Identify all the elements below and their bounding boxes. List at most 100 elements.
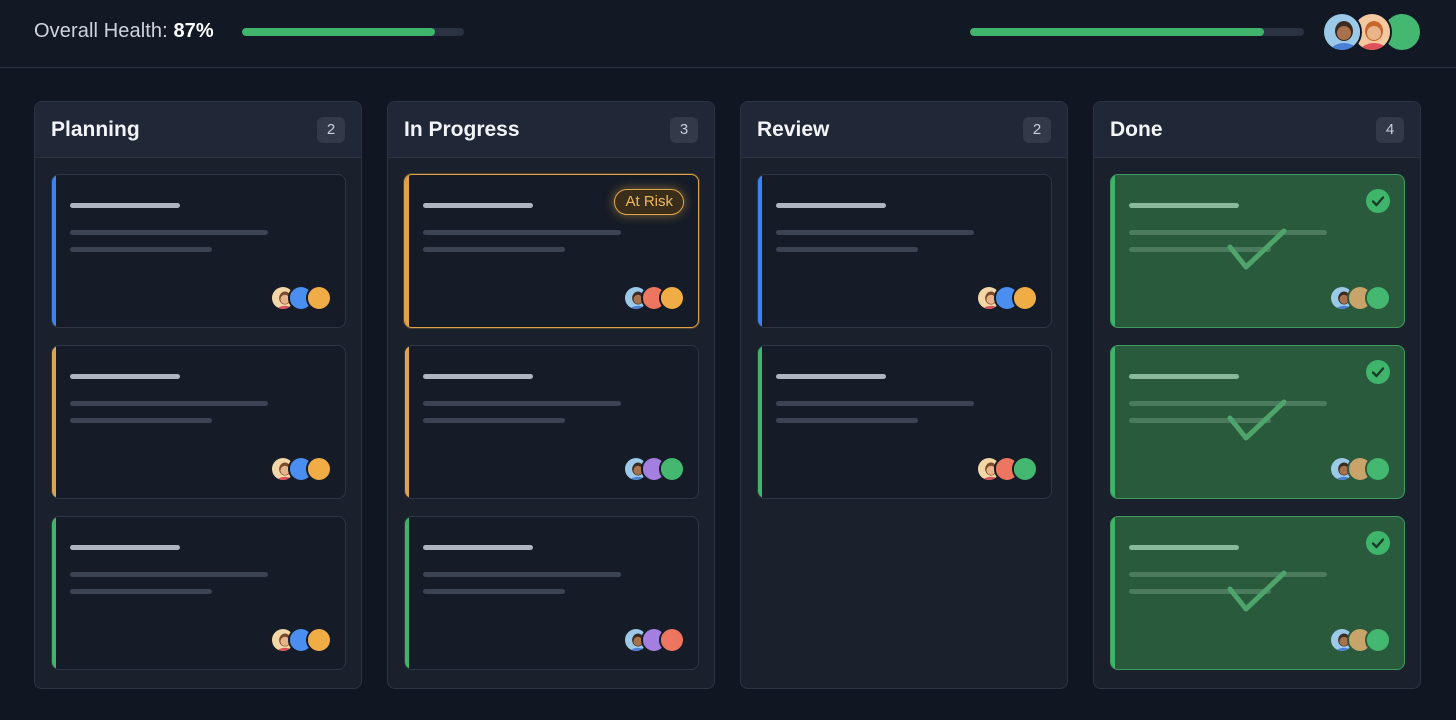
assignee-avatar[interactable] xyxy=(659,627,685,653)
card-text-placeholder xyxy=(70,418,212,423)
column-count-badge: 4 xyxy=(1376,117,1404,143)
task-card[interactable] xyxy=(51,516,346,670)
column-header: Planning 2 xyxy=(35,102,361,158)
card-status-stripe xyxy=(1111,346,1115,498)
task-card[interactable] xyxy=(404,345,699,499)
task-card[interactable] xyxy=(1110,345,1405,499)
column-title: Done xyxy=(1110,118,1163,141)
column-title: In Progress xyxy=(404,118,520,141)
column-header: Review 2 xyxy=(741,102,1067,158)
top-bar: Overall Health: 87% xyxy=(0,0,1456,68)
task-card[interactable] xyxy=(51,345,346,499)
assignee-avatar[interactable] xyxy=(1365,456,1391,482)
column-planning: Planning 2 xyxy=(34,101,362,689)
task-card[interactable] xyxy=(1110,516,1405,670)
column-title: Planning xyxy=(51,118,140,141)
assignee-avatar[interactable] xyxy=(306,456,332,482)
assignee-avatar[interactable] xyxy=(1365,285,1391,311)
card-status-stripe xyxy=(405,346,409,498)
done-check-icon xyxy=(1366,531,1390,555)
assignee-avatar[interactable] xyxy=(1012,456,1038,482)
done-watermark-check-icon xyxy=(1227,228,1287,270)
task-card[interactable] xyxy=(51,174,346,328)
card-assignee-avatars[interactable] xyxy=(270,627,332,653)
card-title-placeholder xyxy=(776,374,886,379)
card-assignee-avatars[interactable] xyxy=(1329,627,1391,653)
team-avatar[interactable] xyxy=(1322,12,1362,52)
column-count-badge: 2 xyxy=(1023,117,1051,143)
card-title-placeholder xyxy=(70,545,180,550)
card-assignee-avatars[interactable] xyxy=(976,285,1038,311)
card-assignee-avatars[interactable] xyxy=(1329,285,1391,311)
card-status-stripe xyxy=(1111,175,1115,327)
assignee-avatar[interactable] xyxy=(659,285,685,311)
card-assignee-avatars[interactable] xyxy=(270,285,332,311)
card-assignee-avatars[interactable] xyxy=(270,456,332,482)
card-title-placeholder xyxy=(423,203,533,208)
card-text-placeholder xyxy=(776,418,918,423)
task-card[interactable]: At Risk xyxy=(404,174,699,328)
column-count-badge: 2 xyxy=(317,117,345,143)
done-watermark-check-icon xyxy=(1227,570,1287,612)
task-card[interactable] xyxy=(1110,174,1405,328)
assignee-avatar[interactable] xyxy=(1365,627,1391,653)
card-status-stripe xyxy=(1111,517,1115,669)
card-title-placeholder xyxy=(423,374,533,379)
card-status-stripe xyxy=(405,175,409,327)
column-done: Done 4 xyxy=(1093,101,1421,689)
done-check-icon xyxy=(1366,189,1390,213)
card-title-placeholder xyxy=(1129,374,1239,379)
card-status-stripe xyxy=(52,175,56,327)
card-status-stripe xyxy=(52,346,56,498)
secondary-progress-fill xyxy=(970,28,1264,36)
card-status-stripe xyxy=(52,517,56,669)
card-status-stripe xyxy=(758,175,762,327)
card-assignee-avatars[interactable] xyxy=(623,627,685,653)
health-value: 87% xyxy=(173,20,214,42)
card-status-stripe xyxy=(758,346,762,498)
assignee-avatar[interactable] xyxy=(1012,285,1038,311)
card-assignee-avatars[interactable] xyxy=(976,456,1038,482)
card-text-placeholder xyxy=(423,589,565,594)
task-card[interactable] xyxy=(404,516,699,670)
card-assignee-avatars[interactable] xyxy=(623,456,685,482)
done-check-icon xyxy=(1366,360,1390,384)
column-title: Review xyxy=(757,118,830,141)
card-status-stripe xyxy=(405,517,409,669)
card-text-placeholder xyxy=(70,247,212,252)
column-review: Review 2 xyxy=(740,101,1068,689)
card-title-placeholder xyxy=(70,203,180,208)
card-text-placeholder xyxy=(776,247,918,252)
assignee-avatar[interactable] xyxy=(659,456,685,482)
card-title-placeholder xyxy=(70,374,180,379)
assignee-avatar[interactable] xyxy=(306,627,332,653)
at-risk-badge: At Risk xyxy=(614,189,684,215)
card-text-placeholder xyxy=(70,230,268,235)
card-assignee-avatars[interactable] xyxy=(623,285,685,311)
team-avatar-group[interactable] xyxy=(1322,12,1426,52)
column-count-badge: 3 xyxy=(670,117,698,143)
card-text-placeholder xyxy=(70,401,268,406)
done-watermark-check-icon xyxy=(1227,399,1287,441)
secondary-progress-bar xyxy=(970,28,1304,36)
card-text-placeholder xyxy=(776,401,974,406)
overall-health-label: Overall Health: 87% xyxy=(34,20,214,43)
card-text-placeholder xyxy=(776,230,974,235)
card-title-placeholder xyxy=(1129,203,1239,208)
column-header: Done 4 xyxy=(1094,102,1420,158)
card-text-placeholder xyxy=(423,572,621,577)
card-text-placeholder xyxy=(423,230,621,235)
card-text-placeholder xyxy=(70,589,212,594)
card-title-placeholder xyxy=(1129,545,1239,550)
card-text-placeholder xyxy=(423,401,621,406)
card-text-placeholder xyxy=(423,418,565,423)
column-header: In Progress 3 xyxy=(388,102,714,158)
card-assignee-avatars[interactable] xyxy=(1329,456,1391,482)
task-card[interactable] xyxy=(757,174,1052,328)
card-title-placeholder xyxy=(423,545,533,550)
assignee-avatar[interactable] xyxy=(306,285,332,311)
card-text-placeholder xyxy=(70,572,268,577)
health-progress-bar xyxy=(242,28,464,36)
task-card[interactable] xyxy=(757,345,1052,499)
health-label-text: Overall Health: xyxy=(34,20,168,42)
